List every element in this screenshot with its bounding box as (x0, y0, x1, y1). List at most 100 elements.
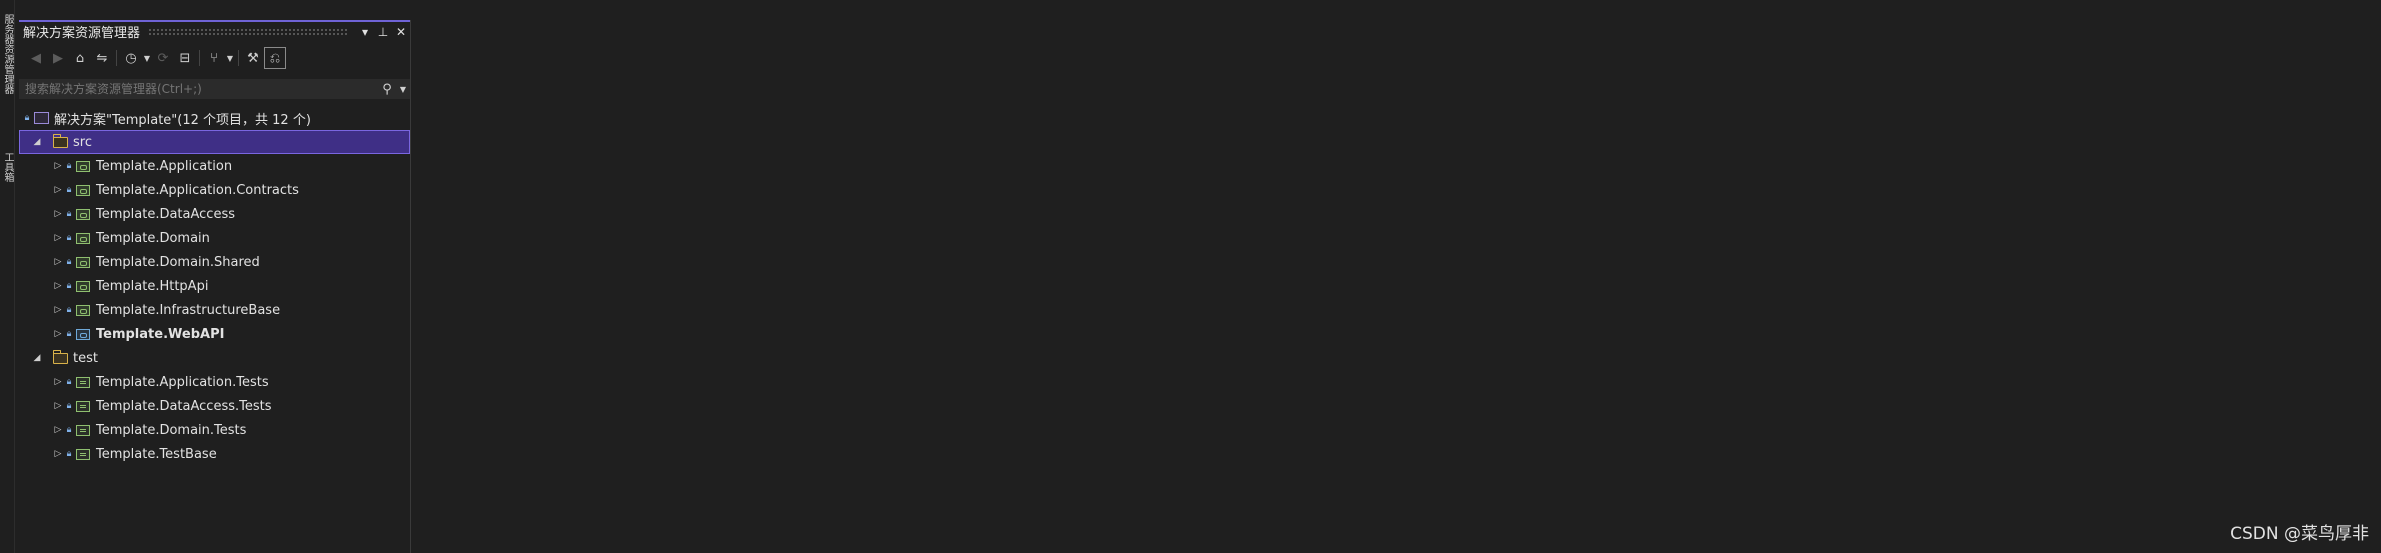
search-options-dropdown-icon[interactable]: ▼ (396, 85, 410, 94)
expand-arrow-icon[interactable]: ▷ (52, 233, 64, 243)
folder-open-icon (52, 133, 68, 148)
watermark: CSDN @菜鸟厚非 (2230, 524, 2369, 544)
project-label: Template.DataAccess (96, 206, 235, 222)
project-label: Template.DataAccess.Tests (96, 398, 272, 414)
lock-icon: 🔒︎ (24, 113, 30, 123)
csharp-project-icon (76, 304, 90, 316)
preview-selected-items-icon[interactable]: ⎌ (264, 47, 286, 69)
collapse-arrow-icon[interactable]: ◢ (31, 137, 43, 147)
project-label: Template.Application (96, 158, 233, 174)
project-label: Template.Domain.Shared (96, 254, 260, 270)
project-node[interactable]: ▷ 🔒︎ Template.Application.Tests (19, 370, 410, 394)
folder-node-test[interactable]: ◢ test (19, 346, 410, 370)
solution-node[interactable]: 🔒︎ 解决方案"Template"(12 个项目，共 12 个) (19, 106, 410, 130)
csharp-project-icon (76, 184, 90, 196)
project-label: Template.Domain (96, 230, 210, 246)
project-label: Template.Domain.Tests (96, 422, 247, 438)
csharp-project-icon (76, 256, 90, 268)
collapse-arrow-icon[interactable]: ◢ (31, 353, 43, 363)
solution-label: 解决方案"Template"(12 个项目，共 12 个) (54, 112, 311, 128)
project-node[interactable]: ▷ 🔒︎ Template.Application.Contracts (19, 178, 410, 202)
forward-icon[interactable]: ▶ (47, 47, 69, 69)
server-explorer-tab[interactable]: 服务器资源管理器 (1, 14, 13, 94)
panel-titlebar: 解决方案资源管理器 ▾ ⊥ ✕ (19, 20, 410, 41)
project-label: Template.Application.Contracts (96, 182, 299, 198)
lock-icon: 🔒︎ (66, 449, 72, 459)
window-position-dropdown-icon[interactable]: ▾ (356, 25, 374, 39)
panel-toolbar: ◀ ▶ ⌂ ⇋ ◷ ▼ ⟳ ⊟ ⑂ ▼ ⚒ ⎌ (19, 46, 410, 70)
back-icon[interactable]: ◀ (25, 47, 47, 69)
project-node[interactable]: ▷ 🔒︎ Template.InfrastructureBase (19, 298, 410, 322)
project-label: Template.TestBase (96, 446, 217, 462)
project-label: Template.WebAPI (96, 326, 225, 342)
expand-arrow-icon[interactable]: ▷ (52, 449, 64, 459)
lock-icon: 🔒︎ (66, 305, 72, 315)
lock-icon: 🔒︎ (66, 401, 72, 411)
lock-icon: 🔒︎ (66, 329, 72, 339)
expand-arrow-icon[interactable]: ▷ (52, 425, 64, 435)
project-node[interactable]: ▷ 🔒︎ Template.DataAccess (19, 202, 410, 226)
folder-label: src (73, 134, 92, 150)
project-label: Template.Application.Tests (96, 374, 269, 390)
folder-open-icon (52, 349, 68, 364)
toolbox-tab[interactable]: 工具箱 (1, 152, 13, 182)
drag-grip[interactable] (148, 28, 348, 35)
expand-arrow-icon[interactable]: ▷ (52, 401, 64, 411)
expand-arrow-icon[interactable]: ▷ (52, 329, 64, 339)
lock-icon: 🔒︎ (66, 257, 72, 267)
solution-tree: 🔒︎ 解决方案"Template"(12 个项目，共 12 个) ◢ src ▷… (19, 106, 410, 466)
lock-icon: 🔒︎ (66, 233, 72, 243)
switch-views-icon[interactable]: ⇋ (91, 47, 113, 69)
csharp-project-icon (76, 208, 90, 220)
csharp-project-icon (76, 232, 90, 244)
expand-arrow-icon[interactable]: ▷ (52, 209, 64, 219)
test-project-icon (76, 400, 90, 412)
project-node[interactable]: ▷ 🔒︎ Template.DataAccess.Tests (19, 394, 410, 418)
test-project-icon (76, 424, 90, 436)
home-icon[interactable]: ⌂ (69, 47, 91, 69)
project-node[interactable]: ▷ 🔒︎ Template.HttpApi (19, 274, 410, 298)
close-icon[interactable]: ✕ (392, 25, 410, 39)
pending-changes-dropdown-icon[interactable]: ▼ (142, 47, 152, 69)
expand-arrow-icon[interactable]: ▷ (52, 281, 64, 291)
csharp-project-icon (76, 160, 90, 172)
lock-icon: 🔒︎ (66, 161, 72, 171)
folder-label: test (73, 350, 98, 366)
project-label: Template.InfrastructureBase (96, 302, 281, 318)
folder-node-src[interactable]: ◢ src (19, 130, 410, 154)
pending-changes-filter-icon[interactable]: ◷ (120, 47, 142, 69)
collapse-all-icon[interactable]: ⊟ (174, 47, 196, 69)
git-branch-icon[interactable]: ⑂ (203, 47, 225, 69)
lock-icon: 🔒︎ (66, 377, 72, 387)
expand-arrow-icon[interactable]: ▷ (52, 377, 64, 387)
git-branch-dropdown-icon[interactable]: ▼ (225, 47, 235, 69)
project-label: Template.HttpApi (96, 278, 209, 294)
expand-arrow-icon[interactable]: ▷ (52, 161, 64, 171)
sync-icon[interactable]: ⟳ (152, 47, 174, 69)
side-tab-strip: 服务器资源管理器 工具箱 (0, 0, 15, 553)
lock-icon: 🔒︎ (66, 281, 72, 291)
project-node[interactable]: ▷ 🔒︎ Template.Domain (19, 226, 410, 250)
lock-icon: 🔒︎ (66, 425, 72, 435)
expand-arrow-icon[interactable]: ▷ (52, 185, 64, 195)
web-project-icon (76, 328, 90, 340)
project-node[interactable]: ▷ 🔒︎ Template.TestBase (19, 442, 410, 466)
solution-explorer-panel: 解决方案资源管理器 ▾ ⊥ ✕ ◀ ▶ ⌂ ⇋ ◷ ▼ ⟳ ⊟ ⑂ ▼ ⚒ ⎌ … (19, 20, 411, 553)
expand-arrow-icon[interactable]: ▷ (52, 257, 64, 267)
project-node[interactable]: ▷ 🔒︎ Template.Domain.Tests (19, 418, 410, 442)
lock-icon: 🔒︎ (66, 209, 72, 219)
properties-wrench-icon[interactable]: ⚒ (242, 47, 264, 69)
csharp-project-icon (76, 280, 90, 292)
test-project-icon (76, 448, 90, 460)
project-node[interactable]: ▷ 🔒︎ Template.Domain.Shared (19, 250, 410, 274)
pin-icon[interactable]: ⊥ (374, 25, 392, 39)
test-project-icon (76, 376, 90, 388)
expand-arrow-icon[interactable]: ▷ (52, 305, 64, 315)
search-input[interactable] (19, 81, 378, 97)
search-bar: ⚲ ▼ (19, 79, 410, 99)
startup-project-node[interactable]: ▷ 🔒︎ Template.WebAPI (19, 322, 410, 346)
project-node[interactable]: ▷ 🔒︎ Template.Application (19, 154, 410, 178)
search-icon[interactable]: ⚲ (378, 82, 396, 97)
lock-icon: 🔒︎ (66, 185, 72, 195)
panel-title: 解决方案资源管理器 (23, 26, 141, 41)
